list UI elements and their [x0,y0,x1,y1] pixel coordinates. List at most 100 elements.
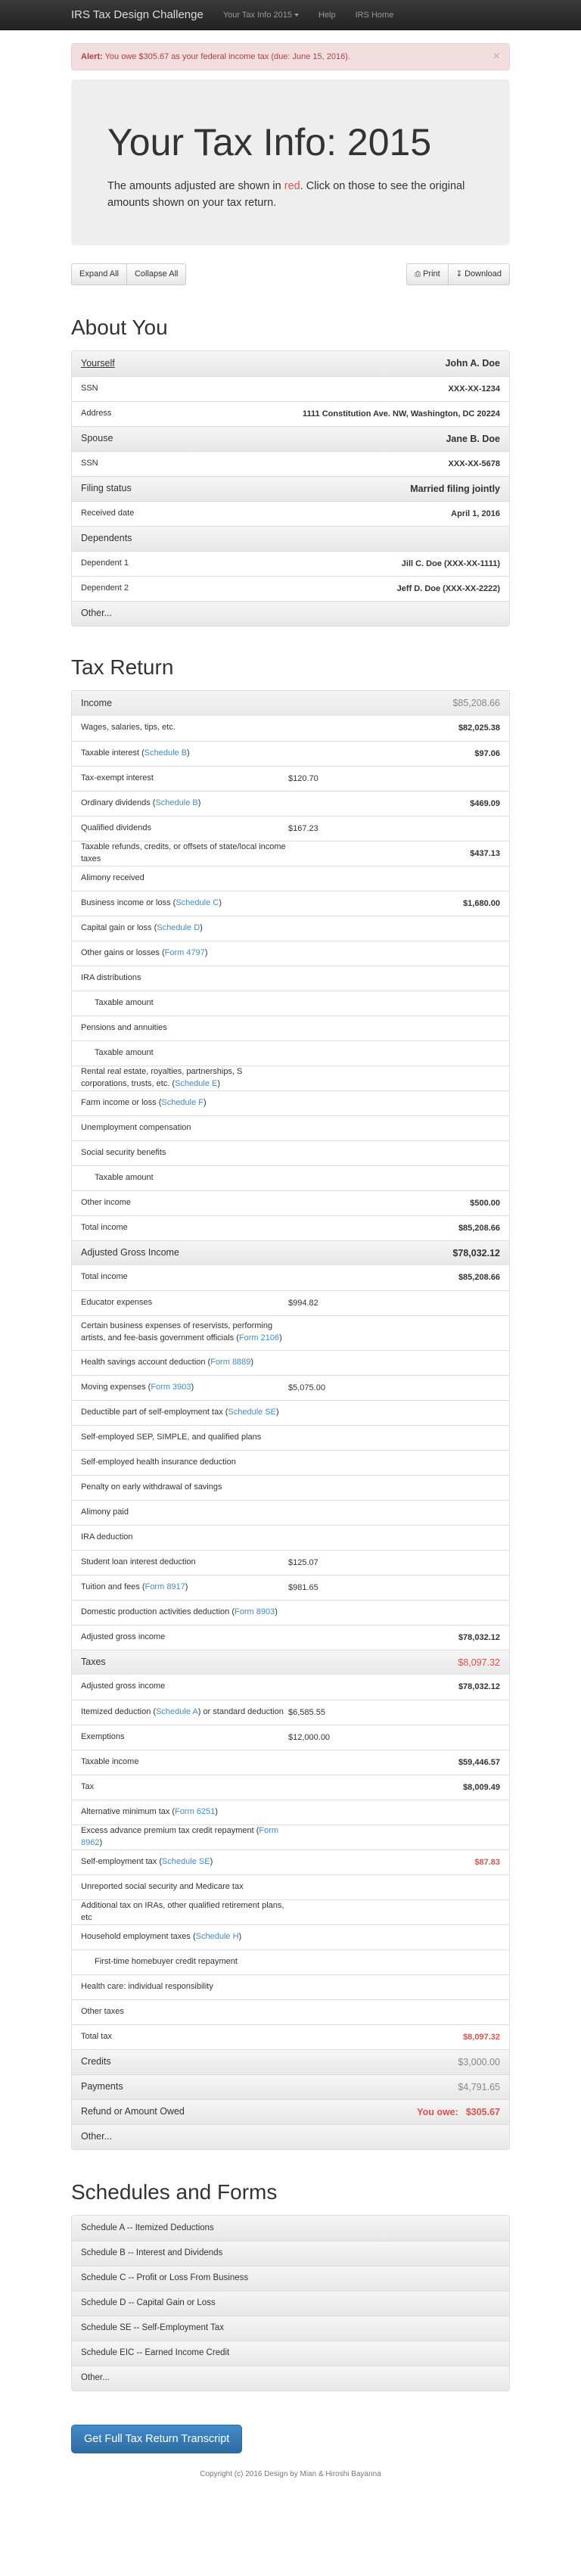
taxes-row: Exemptions $12,000.00 [72,1724,509,1750]
income-row-amount: $500.00 [470,1198,500,1208]
form-link[interactable]: Form 3903 [151,1383,191,1392]
dependents-header[interactable]: Dependents [72,525,509,551]
yourself-label[interactable]: Yourself [81,356,379,370]
taxes-row: Self-employment tax (Schedule SE) $87.83 [72,1849,509,1874]
received-date-value: April 1, 2016 [451,509,500,518]
refund-header[interactable]: Refund or Amount Owed You owe: $305.67 [72,2098,509,2124]
get-transcript-button[interactable]: Get Full Tax Return Transcript [71,2424,243,2453]
form-link[interactable]: Form 2106 [239,1333,279,1342]
income-row-label: IRA distributions [81,972,288,985]
income-row-label-text: Taxable amount [95,1047,154,1057]
schedule-item[interactable]: Schedule SE -- Self-Employment Tax [72,2315,509,2341]
income-row: Taxable amount [72,990,509,1016]
agi-row-label: Self-employed health insurance deduction [81,1457,288,1469]
agi-row: Educator expenses $994.82 [72,1290,509,1315]
income-header[interactable]: Income $85,208.66 [72,690,509,716]
schedule-item[interactable]: Schedule EIC -- Earned Income Credit [72,2340,509,2366]
form-link[interactable]: Schedule C [176,898,219,907]
form-link[interactable]: Schedule B [155,798,197,807]
form-link[interactable]: Form 4797 [165,948,205,957]
schedule-item[interactable]: Schedule A -- Itemized Deductions [72,2215,509,2241]
payments-header[interactable]: Payments $4,791.65 [72,2074,509,2099]
credits-header[interactable]: Credits $3,000.00 [72,2049,509,2074]
expand-collapse-group: Expand All Collapse All [71,263,187,285]
download-button[interactable]: ↧ Download [448,263,510,285]
income-row-label: Taxable refunds, credits, or offsets of … [81,842,288,866]
form-link[interactable]: Form 8889 [210,1358,250,1367]
form-link[interactable]: Schedule SE [162,1857,210,1866]
taxes-row-label: Exemptions [81,1731,288,1744]
agi-row-label-end: ) [279,1333,282,1342]
agi-row-label-text: Health savings account deduction ( [81,1357,211,1367]
agi-header[interactable]: Adjusted Gross Income $78,032.12 [72,1240,509,1265]
schedule-item[interactable]: Other... [72,2365,509,2391]
form-link[interactable]: Form 8903 [235,1607,275,1616]
income-row: Alimony received [72,865,509,891]
agi-row-label-text: Deductible part of self-employment tax ( [81,1407,228,1417]
income-row: Ordinary dividends (Schedule B) $469.09 [72,790,509,816]
print-label: Print [423,269,440,278]
taxes-row-amount: $8,009.49 [463,1782,500,1792]
address-value: 1111 Constitution Ave. NW, Washington, D… [303,409,500,418]
taxes-header[interactable]: Taxes $8,097.32 [72,1649,509,1675]
nav-irs-home[interactable]: IRS Home [356,11,394,20]
income-row-label-text: Other gains or losses ( [81,947,165,957]
income-row-label: Taxable amount [95,1047,288,1059]
print-icon: ⎙ [415,269,421,278]
agi-row-label: Domestic production activities deduction… [81,1607,288,1619]
form-link[interactable]: Schedule H [196,1932,239,1941]
taxes-row: Excess advance premium tax credit repaym… [72,1824,509,1850]
form-link[interactable]: Schedule E [175,1079,217,1088]
taxes-row-amount[interactable]: $8,097.32 [379,2033,500,2042]
income-row-label-end: ) [197,798,201,807]
schedule-item[interactable]: Schedule C -- Profit or Loss From Busine… [72,2265,509,2291]
form-link[interactable]: Form 6251 [175,1807,215,1816]
taxes-row-amount[interactable]: $87.83 [379,1858,500,1867]
schedule-item-label: Schedule C -- Profit or Loss From Busine… [81,2273,249,2283]
agi-total: $78,032.12 [452,1247,500,1258]
nav-help[interactable]: Help [318,11,336,20]
income-row-label-text: Business income or loss ( [81,898,176,907]
agi-row-label: IRA deduction [81,1532,288,1544]
about-other-header[interactable]: Other... [72,600,509,626]
income-row-label-end: ) [219,898,222,907]
form-link[interactable]: Schedule A [156,1707,198,1716]
collapse-all-button[interactable]: Collapse All [126,263,187,285]
form-link[interactable]: Schedule B [144,748,187,758]
brand-link[interactable]: IRS Tax Design Challenge [71,8,204,21]
credits-title: Credits [81,2056,111,2067]
spouse-header[interactable]: Spouse Jane B. Doe [72,425,509,451]
income-row: Wages, salaries, tips, etc. $82,025.38 [72,715,509,741]
yourself-header[interactable]: Yourself John A. Doe [72,350,509,376]
form-link[interactable]: Schedule F [161,1098,204,1107]
yourself-name: John A. Doe [445,358,500,369]
close-icon[interactable]: × [493,49,500,64]
taxes-row-label: Total tax [81,2031,288,2043]
expand-all-button[interactable]: Expand All [71,263,127,285]
refund-title: Refund or Amount Owed [81,2106,185,2117]
print-button[interactable]: ⎙ Print [406,263,449,285]
taxes-row-label: Health care: individual responsibility [81,1981,288,1993]
income-row-amount: $1,680.00 [463,898,500,908]
nav-your-tax-info[interactable]: Your Tax Info 2015 [223,11,299,20]
agi-row-label: Educator expenses [81,1297,288,1309]
income-row-label-text: Unemployment compensation [81,1122,191,1132]
taxes-row-label: Alternative minimum tax (Form 6251) [81,1806,288,1818]
income-row-label: Other gains or losses (Form 4797) [81,947,288,960]
schedule-item[interactable]: Schedule D -- Capital Gain or Loss [72,2290,509,2316]
income-row-label: Total income [81,1222,288,1234]
tax-other-header[interactable]: Other... [72,2123,509,2149]
schedules-panel: Schedule A -- Itemized Deductions Schedul… [71,2214,510,2391]
main-container: Alert: You owe $305.67 as your federal i… [71,43,510,2501]
taxes-row-label: Tax [81,1781,288,1794]
agi-row-label-text: Self-employed SEP, SIMPLE, and qualified… [81,1432,262,1442]
schedule-item[interactable]: Schedule B -- Interest and Dividends [72,2240,509,2266]
taxes-row-amount: $59,446.57 [458,1757,500,1767]
form-link[interactable]: Schedule D [157,923,200,932]
address-label: Address [81,408,112,418]
filing-status-header[interactable]: Filing status Married filing jointly [72,475,509,501]
income-row: Social security benefits [72,1140,509,1165]
spouse-name: Jane B. Doe [446,433,500,444]
form-link[interactable]: Form 8917 [145,1582,185,1591]
form-link[interactable]: Schedule SE [228,1408,276,1417]
